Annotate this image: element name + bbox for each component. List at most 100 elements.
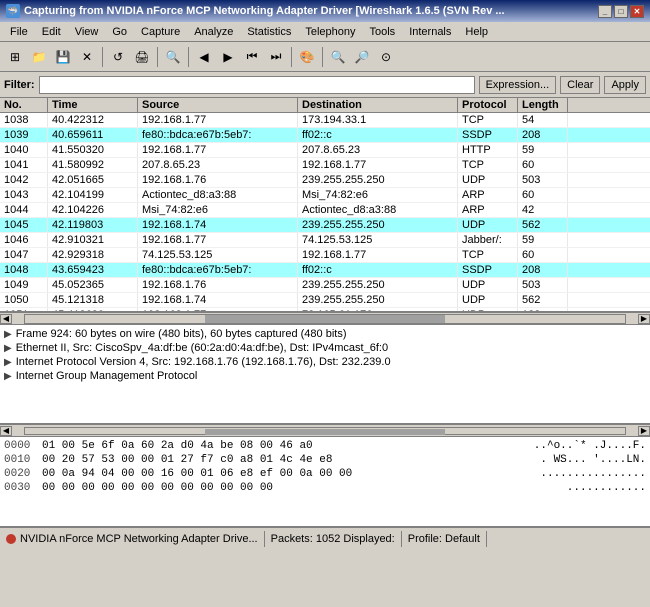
table-row[interactable]: 1038 40.422312 192.168.1.77 173.194.33.1…	[0, 113, 650, 128]
hex-row: 0010 00 20 57 53 00 00 01 27 f7 c0 a8 01…	[4, 453, 646, 467]
menu-internals[interactable]: Internals	[403, 24, 457, 40]
table-row[interactable]: 1048 43.659423 fe80::bdca:e67b:5eb7: ff0…	[0, 263, 650, 278]
cell-len: 60	[518, 158, 568, 172]
table-row[interactable]: 1050 45.121318 192.168.1.74 239.255.255.…	[0, 293, 650, 308]
detail-scroll-right[interactable]: ▶	[638, 426, 650, 436]
table-row[interactable]: 1040 41.550320 192.168.1.77 207.8.65.23 …	[0, 143, 650, 158]
menu-tools[interactable]: Tools	[364, 24, 402, 40]
packet-list[interactable]: No. Time Source Destination Protocol Len…	[0, 98, 650, 313]
hex-rows: 0000 01 00 5e 6f 0a 60 2a d0 4a be 08 00…	[4, 439, 646, 495]
menu-capture[interactable]: Capture	[135, 24, 186, 40]
hex-offset: 0020	[4, 467, 34, 481]
cell-no: 1041	[0, 158, 48, 172]
hex-offset: 0000	[4, 439, 34, 453]
menu-telephony[interactable]: Telephony	[299, 24, 361, 40]
list-item[interactable]: ▶ Ethernet II, Src: CiscoSpv_4a:df:be (6…	[4, 341, 646, 355]
hscroll-thumb[interactable]	[205, 315, 445, 323]
detail-pane[interactable]: ▶ Frame 924: 60 bytes on wire (480 bits)…	[0, 325, 650, 425]
header-destination[interactable]: Destination	[298, 98, 458, 112]
new-capture-btn[interactable]: ⊞	[4, 46, 26, 68]
detail-hscroll-track[interactable]	[24, 427, 626, 435]
menu-help[interactable]: Help	[459, 24, 494, 40]
table-row[interactable]: 1049 45.052365 192.168.1.76 239.255.255.…	[0, 278, 650, 293]
menu-analyze[interactable]: Analyze	[188, 24, 239, 40]
expand-icon: ▶	[4, 357, 12, 368]
find-btn[interactable]: 🔍	[162, 46, 184, 68]
cell-time: 42.104199	[48, 188, 138, 202]
maximize-button[interactable]: □	[614, 5, 628, 18]
zoom-in-btn[interactable]: 🔍	[327, 46, 349, 68]
hex-ascii: ..^o..`* .J....F.	[534, 439, 646, 453]
list-item[interactable]: ▶ Internet Group Management Protocol	[4, 369, 646, 383]
cell-src: fe80::bdca:e67b:5eb7:	[138, 128, 298, 142]
go-prev-btn[interactable]: ◀	[193, 46, 215, 68]
header-length[interactable]: Length	[518, 98, 568, 112]
packet-list-hscroll[interactable]: ◀ ▶	[0, 313, 650, 325]
table-row[interactable]: 1039 40.659611 fe80::bdca:e67b:5eb7: ff0…	[0, 128, 650, 143]
colorize-btn[interactable]: 🎨	[296, 46, 318, 68]
cell-time: 42.051665	[48, 173, 138, 187]
detail-hscroll-thumb[interactable]	[205, 429, 445, 435]
list-item[interactable]: ▶ Internet Protocol Version 4, Src: 192.…	[4, 355, 646, 369]
menu-view[interactable]: View	[69, 24, 105, 40]
menu-file[interactable]: File	[4, 24, 34, 40]
print-btn[interactable]: 🖨	[131, 46, 153, 68]
clear-button[interactable]: Clear	[560, 76, 600, 94]
status-adapter: NVIDIA nForce MCP Networking Adapter Dri…	[0, 531, 265, 547]
close-button[interactable]: ✕	[630, 5, 644, 18]
toolbar: ⊞ 📁 💾 ✕ ↺ 🖨 🔍 ◀ ▶ ⏮ ⏭ 🎨 🔍 🔎 ⊙	[0, 42, 650, 72]
table-row[interactable]: 1043 42.104199 Actiontec_d8:a3:88 Msi_74…	[0, 188, 650, 203]
table-row[interactable]: 1046 42.910321 192.168.1.77 74.125.53.12…	[0, 233, 650, 248]
table-row[interactable]: 1041 41.580992 207.8.65.23 192.168.1.77 …	[0, 158, 650, 173]
list-item[interactable]: ▶ Frame 924: 60 bytes on wire (480 bits)…	[4, 327, 646, 341]
go-next-btn[interactable]: ▶	[217, 46, 239, 68]
header-time[interactable]: Time	[48, 98, 138, 112]
cell-proto: TCP	[458, 113, 518, 127]
scroll-right-btn[interactable]: ▶	[638, 314, 650, 324]
cell-time: 43.659423	[48, 263, 138, 277]
close-btn[interactable]: ✕	[76, 46, 98, 68]
cell-dst: 239.255.255.250	[298, 278, 458, 292]
cell-len: 42	[518, 203, 568, 217]
cell-dst: 192.168.1.77	[298, 248, 458, 262]
cell-proto: SSDP	[458, 128, 518, 142]
zoom-reset-btn[interactable]: ⊙	[375, 46, 397, 68]
table-row[interactable]: 1042 42.051665 192.168.1.76 239.255.255.…	[0, 173, 650, 188]
header-no[interactable]: No.	[0, 98, 48, 112]
filter-input[interactable]	[39, 76, 475, 94]
expression-button[interactable]: Expression...	[479, 76, 557, 94]
reload-btn[interactable]: ↺	[107, 46, 129, 68]
hex-row: 0020 00 0a 94 04 00 00 16 00 01 06 e8 ef…	[4, 467, 646, 481]
hex-bytes: 01 00 5e 6f 0a 60 2a d0 4a be 08 00 46 a…	[42, 439, 526, 453]
zoom-out-btn[interactable]: 🔎	[351, 46, 373, 68]
table-row[interactable]: 1047 42.929318 74.125.53.125 192.168.1.7…	[0, 248, 650, 263]
table-row[interactable]: 1045 42.119803 192.168.1.74 239.255.255.…	[0, 218, 650, 233]
cell-proto: UDP	[458, 278, 518, 292]
app-icon: 🦈	[6, 4, 20, 18]
cell-len: 503	[518, 173, 568, 187]
go-last-btn[interactable]: ⏭	[265, 46, 287, 68]
hscroll-track[interactable]	[24, 314, 626, 324]
go-first-btn[interactable]: ⏮	[241, 46, 263, 68]
save-btn[interactable]: 💾	[52, 46, 74, 68]
open-btn[interactable]: 📁	[28, 46, 50, 68]
status-profile: Profile: Default	[402, 531, 487, 547]
packet-list-header: No. Time Source Destination Protocol Len…	[0, 98, 650, 113]
menu-statistics[interactable]: Statistics	[241, 24, 297, 40]
detail-scroll-left[interactable]: ◀	[0, 426, 12, 436]
packets-label: Packets: 1052 Displayed:	[271, 533, 395, 545]
profile-label: Profile: Default	[408, 533, 480, 545]
menu-go[interactable]: Go	[106, 24, 133, 40]
scroll-left-btn[interactable]: ◀	[0, 314, 12, 324]
hex-row: 0000 01 00 5e 6f 0a 60 2a d0 4a be 08 00…	[4, 439, 646, 453]
menu-edit[interactable]: Edit	[36, 24, 67, 40]
cell-src: 192.168.1.76	[138, 173, 298, 187]
apply-button[interactable]: Apply	[604, 76, 646, 94]
minimize-button[interactable]: _	[598, 5, 612, 18]
detail-hscroll[interactable]: ◀ ▶	[0, 425, 650, 437]
cell-len: 503	[518, 278, 568, 292]
header-protocol[interactable]: Protocol	[458, 98, 518, 112]
packet-rows: 1038 40.422312 192.168.1.77 173.194.33.1…	[0, 113, 650, 313]
table-row[interactable]: 1044 42.104226 Msi_74:82:e6 Actiontec_d8…	[0, 203, 650, 218]
header-source[interactable]: Source	[138, 98, 298, 112]
